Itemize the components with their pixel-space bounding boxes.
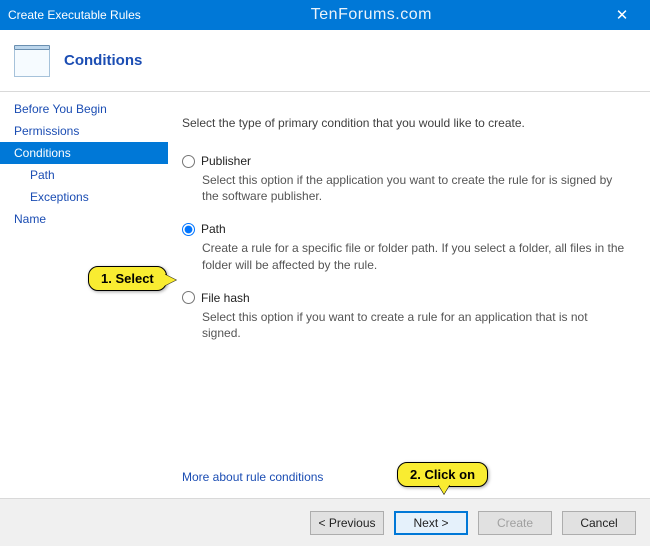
create-button: Create <box>478 511 552 535</box>
filehash-label: File hash <box>201 291 250 305</box>
publisher-desc: Select this option if the application yo… <box>202 172 628 204</box>
publisher-radio[interactable] <box>182 155 195 168</box>
page-title: Conditions <box>64 52 142 69</box>
option-path: Path Create a rule for a specific file o… <box>182 222 628 272</box>
window-title: Create Executable Rules <box>8 8 141 22</box>
watermark-text: TenForums.com <box>141 6 602 24</box>
sidebar-item-name[interactable]: Name <box>0 208 168 230</box>
button-bar: < Previous Next > Create Cancel <box>0 498 650 546</box>
filehash-radio[interactable] <box>182 291 195 304</box>
intro-text: Select the type of primary condition tha… <box>182 116 628 130</box>
wizard-steps-sidebar: Before You Begin Permissions Conditions … <box>0 92 168 546</box>
option-publisher: Publisher Select this option if the appl… <box>182 154 628 204</box>
path-radio-label[interactable]: Path <box>182 222 628 236</box>
cancel-button[interactable]: Cancel <box>562 511 636 535</box>
sidebar-item-before-you-begin[interactable]: Before You Begin <box>0 98 168 120</box>
wizard-header: Conditions <box>0 30 650 92</box>
publisher-radio-label[interactable]: Publisher <box>182 154 628 168</box>
next-button[interactable]: Next > <box>394 511 468 535</box>
annotation-select: 1. Select <box>88 266 167 291</box>
sidebar-item-conditions[interactable]: Conditions <box>0 142 168 164</box>
filehash-radio-label[interactable]: File hash <box>182 291 628 305</box>
path-label: Path <box>201 222 226 236</box>
option-filehash: File hash Select this option if you want… <box>182 291 628 341</box>
close-icon[interactable]: ✕ <box>602 6 642 24</box>
sidebar-item-permissions[interactable]: Permissions <box>0 120 168 142</box>
sidebar-item-path[interactable]: Path <box>0 164 168 186</box>
path-radio[interactable] <box>182 223 195 236</box>
more-about-link[interactable]: More about rule conditions <box>182 470 323 484</box>
title-bar: Create Executable Rules TenForums.com ✕ <box>0 0 650 30</box>
sidebar-item-exceptions[interactable]: Exceptions <box>0 186 168 208</box>
previous-button[interactable]: < Previous <box>310 511 384 535</box>
annotation-click-on: 2. Click on <box>397 462 488 487</box>
path-desc: Create a rule for a specific file or fol… <box>202 240 628 272</box>
header-icon <box>14 45 50 77</box>
filehash-desc: Select this option if you want to create… <box>202 309 628 341</box>
publisher-label: Publisher <box>201 154 251 168</box>
